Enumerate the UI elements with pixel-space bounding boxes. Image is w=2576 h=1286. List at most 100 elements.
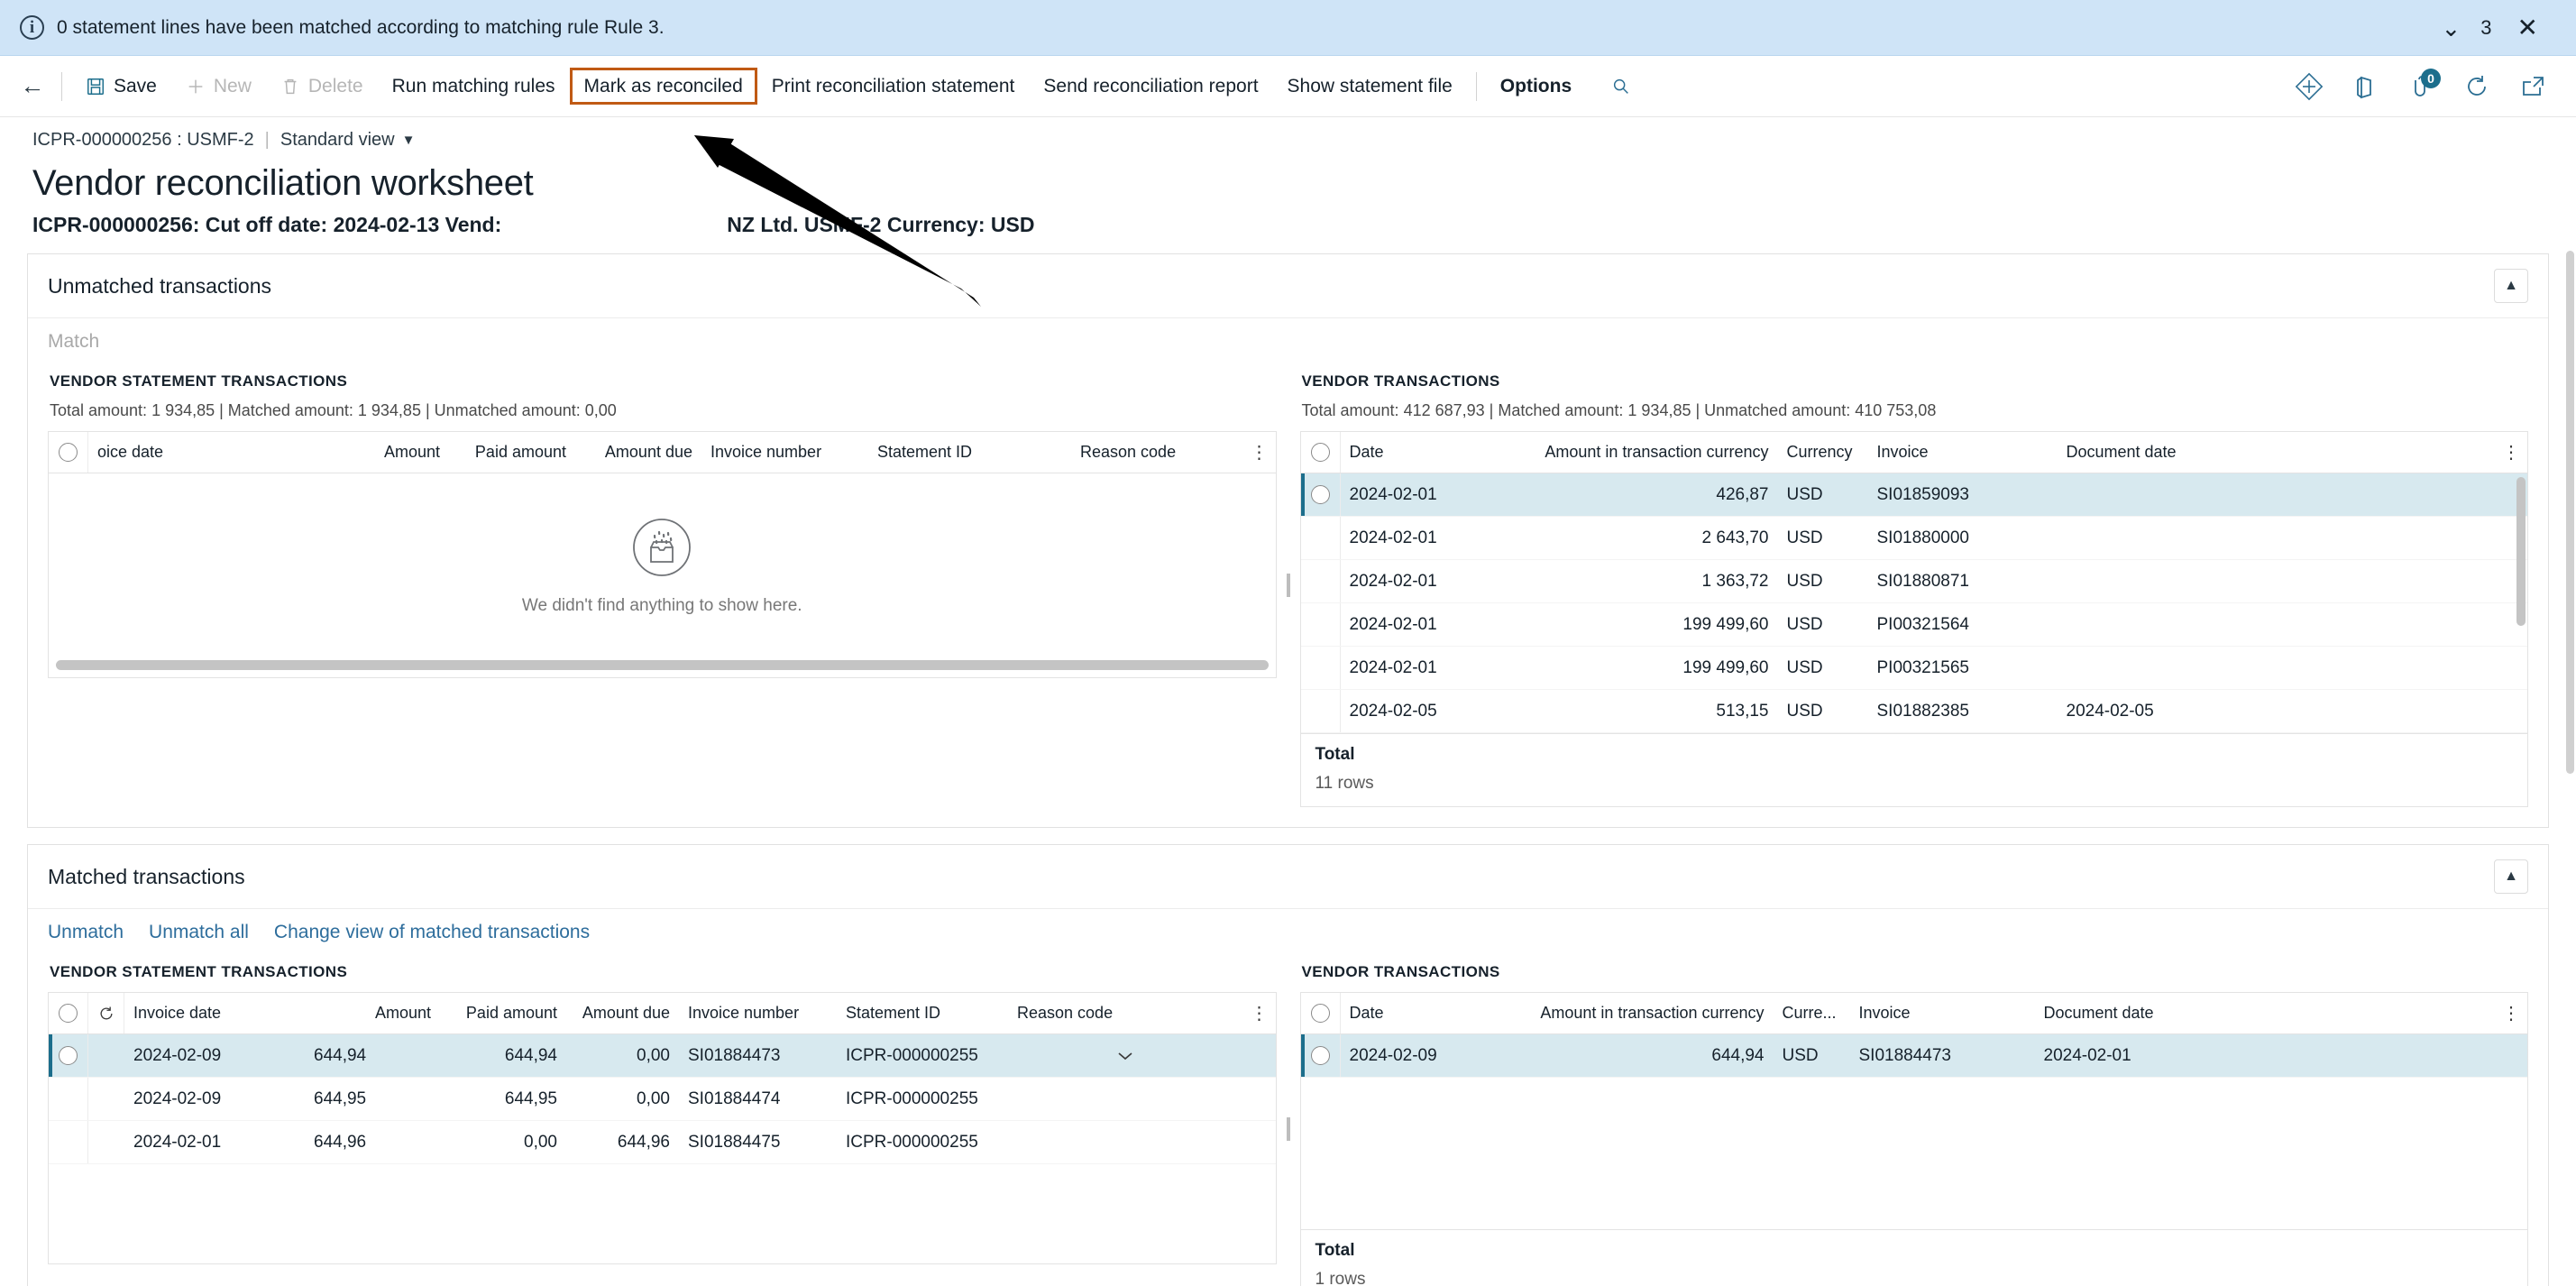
run-matching-rules-button[interactable]: Run matching rules bbox=[378, 65, 570, 107]
reason-code-dropdown[interactable] bbox=[1008, 1050, 1243, 1062]
unmatched-pane-splitter[interactable] bbox=[1277, 363, 1300, 807]
select-all-cell bbox=[1301, 993, 1341, 1033]
table-row[interactable]: 2024-02-09 644,94 USD SI01884473 2024-02… bbox=[1300, 1034, 2527, 1078]
table-row[interactable]: 2024-02-09 644,94 644,94 0,00 SI01884473… bbox=[49, 1034, 1276, 1078]
unmatched-statement-hscrollbar[interactable] bbox=[49, 652, 1276, 677]
column-amount-due[interactable]: Amount due bbox=[575, 443, 701, 462]
page-header: ICPR-000000256 : USMF-2 | Standard view … bbox=[0, 117, 2576, 237]
cell-currency: USD bbox=[1786, 614, 1823, 634]
row-select-radio[interactable] bbox=[1310, 1046, 1330, 1065]
column-amount[interactable]: Amount bbox=[305, 1004, 440, 1023]
column-reason-code[interactable]: Reason code bbox=[1008, 1004, 1243, 1023]
column-invoice-date[interactable]: oice date bbox=[88, 443, 332, 462]
cell-amount: 199 499,60 bbox=[1682, 657, 1769, 677]
close-icon[interactable]: ✕ bbox=[2512, 14, 2544, 41]
column-invoice[interactable]: Invoice bbox=[1850, 1004, 2035, 1023]
column-statement-id[interactable]: Statement ID bbox=[837, 1004, 1008, 1023]
attachments-icon[interactable]: 0 bbox=[2406, 68, 2441, 101]
select-all-radio[interactable] bbox=[1310, 1004, 1330, 1023]
cell-currency: USD bbox=[1786, 657, 1823, 677]
column-currency[interactable]: Curre... bbox=[1774, 1004, 1850, 1023]
table-row[interactable]: 2024-02-01 199 499,60 USD PI00321564 bbox=[1300, 603, 2527, 647]
send-reconciliation-report-button[interactable]: Send reconciliation report bbox=[1029, 65, 1272, 107]
grid-options-kebab-icon[interactable]: ⋮ bbox=[2495, 444, 2527, 462]
grid-options-kebab-icon[interactable]: ⋮ bbox=[1243, 444, 1276, 462]
notification-count: 3 bbox=[2480, 15, 2492, 39]
view-selector[interactable]: Standard view ▼ bbox=[280, 130, 416, 151]
unmatched-statement-empty-text: We didn't find anything to show here. bbox=[521, 596, 802, 615]
unmatched-transactions-section: Unmatched transactions ▲ Match VENDOR ST… bbox=[27, 253, 2549, 828]
column-amount-transaction-currency[interactable]: Amount in transaction currency bbox=[1503, 1004, 1774, 1023]
print-reconciliation-statement-button[interactable]: Print reconciliation statement bbox=[757, 65, 1030, 107]
unmatched-section-header: Unmatched transactions ▲ bbox=[28, 254, 2548, 318]
grid-options-kebab-icon[interactable]: ⋮ bbox=[1243, 1005, 1276, 1023]
chevron-up-icon[interactable]: ▲ bbox=[2494, 269, 2528, 303]
plus-icon bbox=[188, 79, 203, 93]
grid-options-kebab-icon[interactable]: ⋮ bbox=[2495, 1005, 2527, 1023]
page-vertical-scrollbar[interactable] bbox=[2563, 234, 2576, 1286]
column-date[interactable]: Date bbox=[1341, 1004, 1503, 1023]
cell-date: 2024-02-01 bbox=[1349, 484, 1437, 504]
column-invoice-number[interactable]: Invoice number bbox=[679, 1004, 837, 1023]
table-row[interactable]: 2024-02-01 2 643,70 USD SI01880000 bbox=[1300, 517, 2527, 560]
column-paid-amount[interactable]: Paid amount bbox=[449, 443, 575, 462]
mark-as-reconciled-button[interactable]: Mark as reconciled bbox=[569, 67, 757, 106]
delete-button[interactable]: Delete bbox=[266, 65, 378, 107]
select-all-radio[interactable] bbox=[59, 443, 78, 462]
matched-statement-label: VENDOR STATEMENT TRANSACTIONS bbox=[50, 963, 348, 980]
column-invoice[interactable]: Invoice bbox=[1868, 443, 2058, 462]
cell-statement-id: ICPR-000000255 bbox=[846, 1045, 978, 1065]
cell-invoice: SI01880000 bbox=[1876, 528, 1970, 547]
info-icon: i bbox=[20, 15, 44, 40]
options-button[interactable]: Options bbox=[1486, 65, 1586, 107]
column-document-date[interactable]: Document date bbox=[2058, 443, 2496, 462]
column-date[interactable]: Date bbox=[1341, 443, 1490, 462]
unmatched-vendor-vscrollbar[interactable] bbox=[2516, 477, 2526, 801]
delete-button-label: Delete bbox=[307, 75, 363, 96]
column-currency[interactable]: Currency bbox=[1778, 443, 1868, 462]
page-scroll-thumb[interactable] bbox=[2566, 251, 2574, 774]
cell-currency: USD bbox=[1786, 528, 1823, 547]
table-row[interactable]: 2024-02-05 513,15 USD SI01882385 2024-02… bbox=[1300, 690, 2527, 733]
column-invoice-date[interactable]: Invoice date bbox=[124, 1004, 305, 1023]
show-statement-file-button[interactable]: Show statement file bbox=[1273, 65, 1467, 107]
refresh-icon[interactable] bbox=[88, 993, 124, 1033]
column-amount[interactable]: Amount bbox=[332, 443, 449, 462]
row-select-radio[interactable] bbox=[1310, 485, 1330, 504]
refresh-icon[interactable] bbox=[2462, 72, 2491, 101]
office-app-icon[interactable] bbox=[2351, 72, 2379, 101]
unmatch-all-button[interactable]: Unmatch all bbox=[149, 922, 249, 943]
cell-invoice: PI00321564 bbox=[1876, 614, 1970, 634]
new-button[interactable]: New bbox=[171, 65, 266, 107]
show-statement-file-label: Show statement file bbox=[1287, 75, 1453, 96]
change-view-of-matched-transactions-button[interactable]: Change view of matched transactions bbox=[274, 922, 590, 943]
column-reason-code[interactable]: Reason code bbox=[1071, 443, 1243, 462]
column-document-date[interactable]: Document date bbox=[2035, 1004, 2496, 1023]
save-button-label: Save bbox=[114, 75, 157, 96]
relationships-diamond-icon[interactable] bbox=[2295, 72, 2324, 101]
chevron-down-icon[interactable]: ⌄ bbox=[2441, 16, 2461, 40]
row-select-radio[interactable] bbox=[59, 1046, 78, 1065]
column-statement-id[interactable]: Statement ID bbox=[868, 443, 1071, 462]
select-all-radio[interactable] bbox=[1310, 443, 1330, 462]
search-button[interactable] bbox=[1597, 66, 1646, 107]
column-paid-amount[interactable]: Paid amount bbox=[440, 1004, 566, 1023]
table-row[interactable]: 2024-02-01 199 499,60 USD PI00321565 bbox=[1300, 647, 2527, 690]
unmatch-button[interactable]: Unmatch bbox=[48, 922, 124, 943]
match-button[interactable]: Match bbox=[48, 331, 99, 353]
column-amount-due[interactable]: Amount due bbox=[566, 1004, 679, 1023]
table-row[interactable]: 2024-02-01 426,87 USD SI01859093 bbox=[1300, 473, 2527, 517]
save-button[interactable]: Save bbox=[71, 65, 171, 107]
column-amount-transaction-currency[interactable]: Amount in transaction currency bbox=[1490, 443, 1778, 462]
table-row[interactable]: 2024-02-01 644,96 0,00 644,96 SI01884475… bbox=[49, 1121, 1276, 1164]
table-row[interactable]: 2024-02-09 644,95 644,95 0,00 SI01884474… bbox=[49, 1078, 1276, 1121]
back-arrow-icon[interactable]: ← bbox=[13, 67, 52, 106]
matched-pane-splitter[interactable] bbox=[1277, 954, 1300, 1286]
select-all-radio[interactable] bbox=[59, 1004, 78, 1023]
open-in-new-window-icon[interactable] bbox=[2518, 72, 2547, 101]
column-invoice-number[interactable]: Invoice number bbox=[701, 443, 868, 462]
chevron-up-icon[interactable]: ▲ bbox=[2494, 859, 2528, 894]
table-row[interactable]: 2024-02-01 1 363,72 USD SI01880871 bbox=[1300, 560, 2527, 603]
matched-statement-grid-header: Invoice date Amount Paid amount Amount d… bbox=[49, 993, 1276, 1034]
matched-statement-grid-blank bbox=[49, 1164, 1276, 1263]
